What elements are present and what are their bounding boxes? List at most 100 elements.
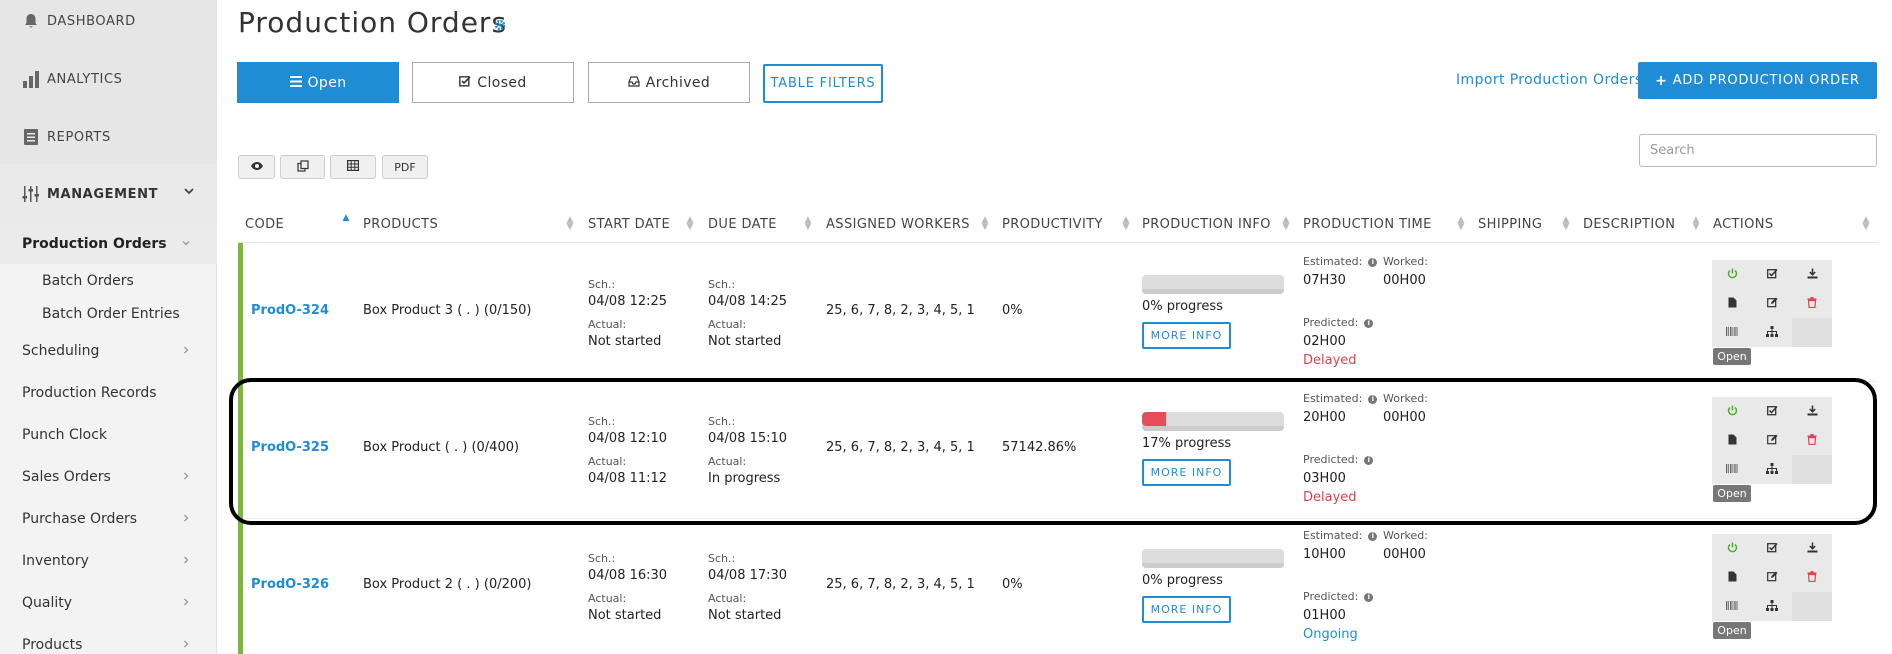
info-icon[interactable]: i — [1364, 593, 1374, 602]
sitemap-icon — [1766, 325, 1778, 340]
tab-archived[interactable]: Archived — [588, 62, 750, 103]
document-button[interactable] — [1712, 563, 1752, 592]
close-order-button[interactable] — [1752, 260, 1792, 289]
sidebar-item-reports[interactable]: REPORTS — [0, 108, 217, 166]
more-info-button[interactable]: MORE INFO — [1142, 459, 1231, 486]
column-header-production-info[interactable]: PRODUCTION INFO — [1142, 217, 1271, 232]
sort-icon[interactable]: ▲ ▼ — [686, 216, 694, 232]
sort-icon[interactable]: ▲ ▼ — [1562, 216, 1570, 232]
start-button[interactable] — [1712, 534, 1752, 563]
download-button[interactable] — [1792, 397, 1832, 426]
structure-button[interactable] — [1752, 318, 1792, 347]
column-header-products[interactable]: PRODUCTS — [363, 217, 438, 232]
due-sch-label: Sch.: — [708, 552, 736, 565]
table-export-button[interactable] — [330, 155, 376, 179]
predicted-label: Predicted: i — [1303, 453, 1374, 466]
power-icon — [1727, 268, 1738, 282]
search-input[interactable] — [1639, 134, 1877, 167]
sidebar-item-analytics[interactable]: ANALYTICS — [0, 50, 217, 108]
download-button[interactable] — [1792, 260, 1832, 289]
sidebar-item-production-records[interactable]: Production Records — [0, 373, 217, 413]
column-header-production-time[interactable]: PRODUCTION TIME — [1303, 217, 1432, 232]
edit-button[interactable] — [1752, 289, 1792, 318]
delete-button[interactable] — [1792, 289, 1832, 318]
barcode-button[interactable] — [1712, 592, 1752, 621]
tab-closed[interactable]: Closed — [412, 62, 574, 103]
sidebar-item-sales-orders[interactable]: Sales Orders — [0, 457, 217, 497]
order-code-link[interactable]: ProdO-324 — [251, 303, 329, 318]
chevron-right-icon — [181, 512, 191, 526]
column-header-shipping[interactable]: SHIPPING — [1478, 217, 1542, 232]
more-info-button[interactable]: MORE INFO — [1142, 596, 1231, 623]
sort-icon[interactable]: ▲ ▼ — [1282, 216, 1290, 232]
close-order-button[interactable] — [1752, 534, 1792, 563]
column-header-due-date[interactable]: DUE DATE — [708, 217, 777, 232]
sidebar-item-scheduling[interactable]: Scheduling — [0, 331, 217, 371]
pdf-button[interactable]: PDF — [382, 155, 428, 179]
start-actual-label: Actual: — [588, 455, 627, 468]
info-icon[interactable]: i — [1364, 319, 1374, 328]
edit-button[interactable] — [1752, 563, 1792, 592]
sidebar-item-production-orders[interactable]: Production Orders — [0, 224, 217, 264]
import-production-orders-link[interactable]: Import Production Orders — [1456, 72, 1643, 88]
sidebar-item-products[interactable]: Products — [0, 625, 217, 654]
info-icon[interactable]: i — [1368, 532, 1378, 541]
table-filters-button[interactable]: TABLE FILTERS — [763, 64, 883, 103]
sort-icon[interactable]: ▲ ▼ — [1692, 216, 1700, 232]
tab-open[interactable]: Open — [237, 62, 399, 103]
info-icon[interactable]: i — [1364, 456, 1374, 465]
column-header-actions[interactable]: ACTIONS — [1713, 217, 1774, 232]
sidebar-item-label: Inventory — [22, 553, 89, 569]
delete-button[interactable] — [1792, 563, 1832, 592]
sort-ascending-icon[interactable]: ▲ — [342, 214, 350, 223]
column-header-assigned-workers[interactable]: ASSIGNED WORKERS — [826, 217, 970, 232]
column-header-code[interactable]: CODE — [245, 217, 284, 232]
sort-icon[interactable]: ▲ ▼ — [981, 216, 989, 232]
start-button[interactable] — [1712, 397, 1752, 426]
info-icon[interactable]: i — [1368, 395, 1378, 404]
start-button[interactable] — [1712, 260, 1752, 289]
predicted-label: Predicted: i — [1303, 590, 1374, 603]
copy-button[interactable] — [280, 155, 325, 179]
sidebar-item-label: ANALYTICS — [47, 71, 123, 87]
column-header-start-date[interactable]: START DATE — [588, 217, 670, 232]
barcode-button[interactable] — [1712, 455, 1752, 484]
edit-button[interactable] — [1752, 426, 1792, 455]
column-header-productivity[interactable]: PRODUCTIVITY — [1002, 217, 1103, 232]
add-production-order-button[interactable]: + ADD PRODUCTION ORDER — [1638, 62, 1877, 99]
assigned-workers: 25, 6, 7, 8, 2, 3, 4, 5, 1 — [826, 440, 975, 455]
sort-icon[interactable]: ▲ ▼ — [566, 216, 574, 232]
sidebar-item-label: MANAGEMENT — [47, 186, 159, 202]
sidebar-item-management[interactable]: MANAGEMENT — [0, 164, 217, 224]
empty-action-slot — [1792, 592, 1832, 621]
table-header-divider — [238, 242, 1877, 243]
delete-button[interactable] — [1792, 426, 1832, 455]
start-scheduled: 04/08 12:10 — [588, 431, 668, 446]
sort-icon[interactable]: ▲ ▼ — [1862, 216, 1870, 232]
close-order-button[interactable] — [1752, 397, 1792, 426]
gear-icon[interactable] — [494, 19, 506, 31]
sidebar-item-batch-order-entries[interactable]: Batch Order Entries — [0, 299, 217, 329]
sidebar-item-dashboard[interactable]: DASHBOARD — [0, 0, 217, 50]
more-info-button[interactable]: MORE INFO — [1142, 322, 1231, 349]
structure-button[interactable] — [1752, 455, 1792, 484]
sidebar-item-punch-clock[interactable]: Punch Clock — [0, 415, 217, 455]
view-button[interactable] — [238, 155, 275, 179]
document-button[interactable] — [1712, 289, 1752, 318]
info-icon[interactable]: i — [1368, 258, 1378, 267]
order-code-link[interactable]: ProdO-325 — [251, 440, 329, 455]
order-code-link[interactable]: ProdO-326 — [251, 577, 329, 592]
sidebar-item-quality[interactable]: Quality — [0, 583, 217, 623]
structure-button[interactable] — [1752, 592, 1792, 621]
sort-icon[interactable]: ▲ ▼ — [1122, 216, 1130, 232]
column-header-description[interactable]: DESCRIPTION — [1583, 217, 1675, 232]
sidebar-item-inventory[interactable]: Inventory — [0, 541, 217, 581]
barcode-button[interactable] — [1712, 318, 1752, 347]
sidebar-item-purchase-orders[interactable]: Purchase Orders — [0, 499, 217, 539]
sidebar-item-batch-orders[interactable]: Batch Orders — [0, 266, 217, 296]
sort-icon[interactable]: ▲ ▼ — [804, 216, 812, 232]
download-button[interactable] — [1792, 534, 1832, 563]
start-actual: Not started — [588, 334, 662, 349]
sort-icon[interactable]: ▲ ▼ — [1457, 216, 1465, 232]
document-button[interactable] — [1712, 426, 1752, 455]
